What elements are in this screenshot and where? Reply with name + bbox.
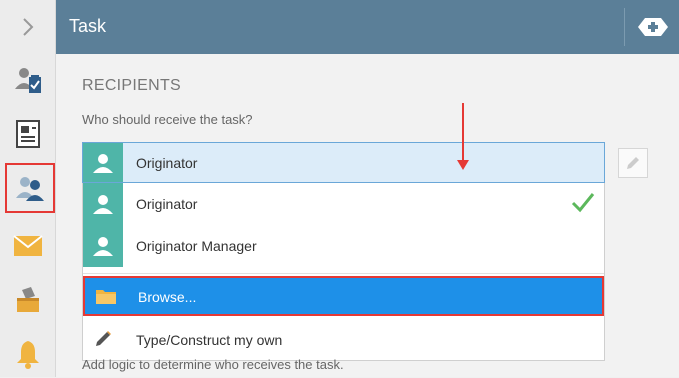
chevron-right-icon (23, 18, 34, 36)
user-avatar-icon (83, 143, 123, 182)
option-originator-manager[interactable]: Originator Manager (83, 225, 604, 267)
option-label: Originator (136, 196, 198, 212)
rail-ballot[interactable] (4, 276, 52, 324)
section-title: RECIPIENTS (82, 77, 182, 94)
task-header: Task (56, 0, 679, 54)
option-label: Browse... (138, 289, 197, 305)
left-icon-rail (0, 0, 56, 377)
rail-form[interactable] (4, 110, 52, 158)
header-divider (624, 8, 625, 46)
selected-recipient: Originator (136, 155, 198, 171)
option-originator[interactable]: Originator (83, 183, 604, 225)
bell-icon (17, 341, 39, 369)
dropdown-divider (83, 273, 604, 274)
ballot-box-icon (17, 287, 39, 312)
folder-icon (96, 290, 116, 304)
rail-notifications[interactable] (4, 330, 52, 378)
checkmark-icon (571, 193, 595, 213)
annotation-arrow (462, 103, 464, 163)
recipient-dropdown: Originator Originator Manager Browse... … (82, 183, 605, 361)
form-document-icon (16, 120, 40, 148)
option-type-construct[interactable]: Type/Construct my own (83, 319, 604, 361)
recipients-hint: Add logic to determine who receives the … (82, 357, 344, 372)
main-content: RECIPIENTS Who should receive the task? … (56, 54, 679, 377)
page-title: Task (69, 16, 107, 36)
option-browse[interactable]: Browse... (83, 276, 604, 316)
rail-task-assignment[interactable] (4, 56, 52, 104)
option-label: Type/Construct my own (136, 332, 283, 348)
recipients-question: Who should receive the task? (82, 112, 253, 127)
rail-recipients[interactable] (5, 163, 55, 213)
edit-button[interactable] (618, 148, 648, 178)
annotation-arrow-head (457, 160, 469, 170)
pencil-icon (627, 157, 639, 169)
expand-panel-button[interactable] (0, 0, 56, 54)
add-button[interactable] (635, 14, 671, 40)
add-tag-icon (638, 18, 668, 36)
user-avatar-icon (83, 225, 123, 267)
user-avatar-icon (83, 183, 123, 225)
task-assignment-icon (15, 68, 41, 93)
rail-email[interactable] (4, 222, 52, 270)
recipients-icon (16, 177, 44, 201)
recipient-select-field[interactable]: Originator (82, 142, 605, 183)
pencil-icon (96, 331, 111, 346)
email-icon (13, 235, 43, 256)
option-label: Originator Manager (136, 238, 257, 254)
